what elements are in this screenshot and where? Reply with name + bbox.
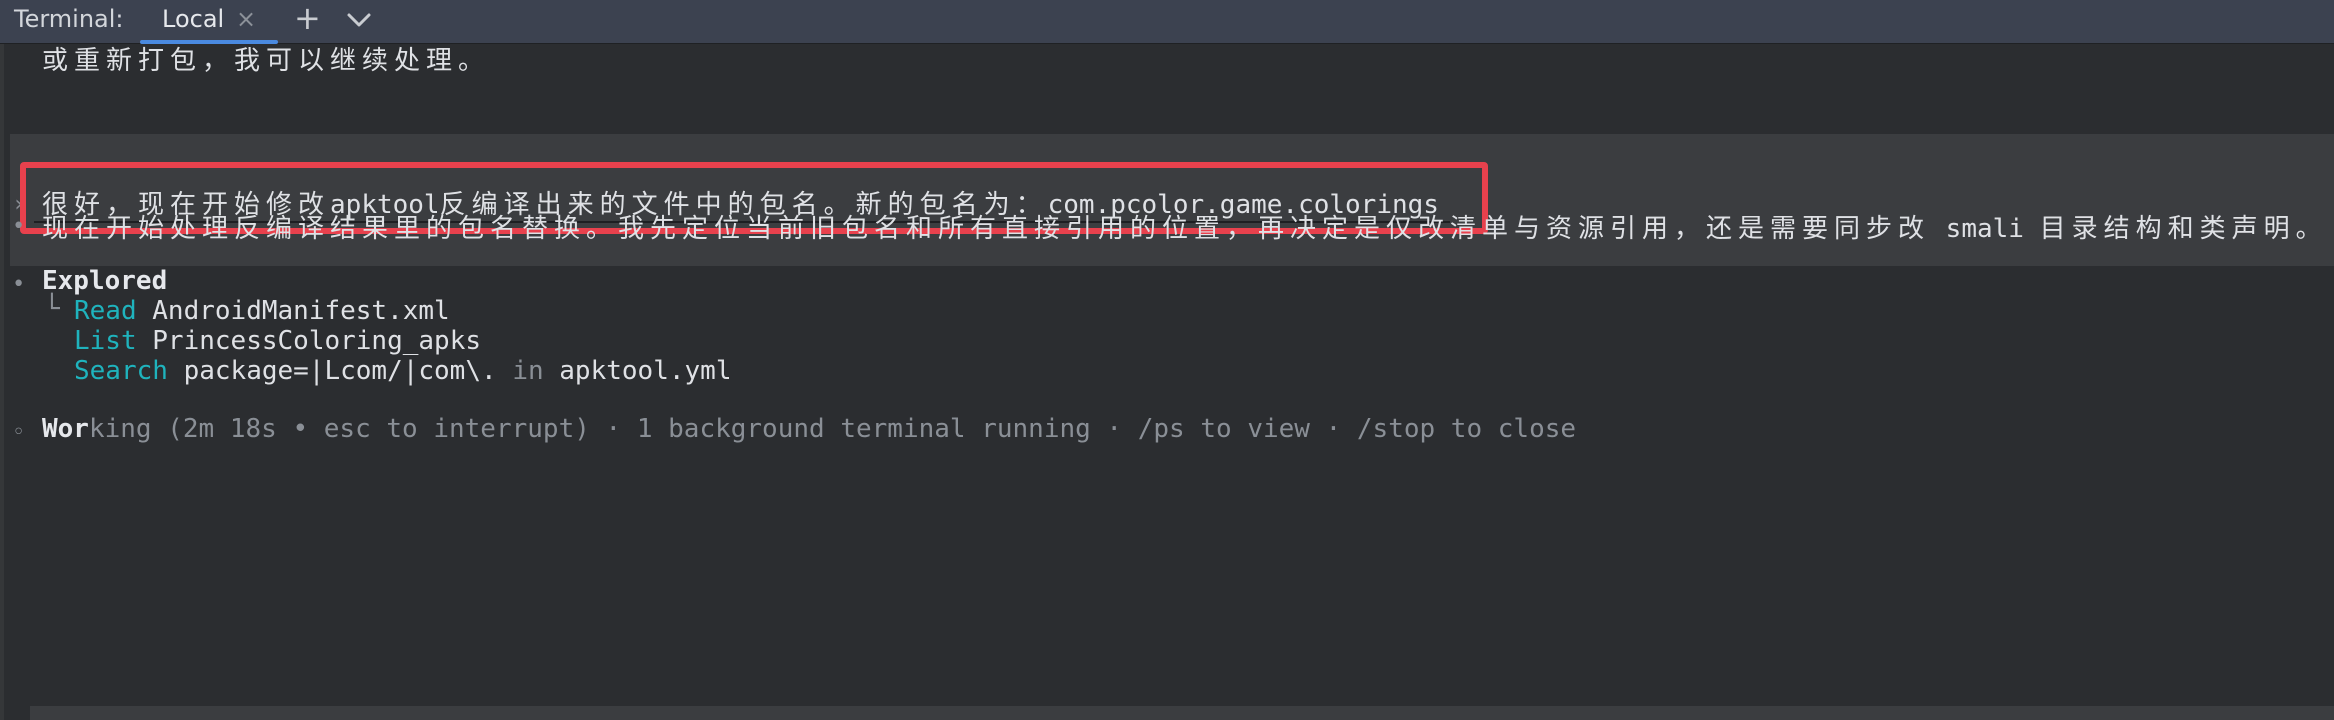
response-text-part: 现在开始处理反编译结果里的包名替换。我先定位当前旧包名和所有直接引用的位置，再决… bbox=[42, 214, 1931, 244]
tab-local[interactable]: Local × bbox=[140, 0, 278, 44]
explored-arg: PrincessColoring_apks bbox=[152, 326, 482, 356]
new-tab-plus-icon[interactable]: + bbox=[294, 0, 321, 36]
explored-bullet: • bbox=[12, 272, 26, 297]
chevron-down-icon[interactable] bbox=[344, 8, 374, 32]
explored-cmd: List bbox=[74, 326, 137, 356]
working-status-text: king (2m 18s • esc to interrupt) · 1 bac… bbox=[88, 414, 1577, 444]
working-bullet: ◦ bbox=[12, 420, 26, 445]
left-gutter bbox=[0, 44, 4, 720]
close-icon[interactable]: × bbox=[236, 0, 256, 38]
response-text-part: smali bbox=[1945, 214, 2024, 244]
explored-item-list: List PrincessColoring_apks bbox=[74, 326, 481, 356]
output-line-previous: 或重新打包，我可以继续处理。 bbox=[42, 46, 491, 76]
explored-arg: apktool.yml bbox=[559, 356, 732, 386]
input-area-edge[interactable] bbox=[30, 706, 2334, 720]
working-bold-text: Wor bbox=[42, 414, 89, 444]
terminal-output[interactable]: 或重新打包，我可以继续处理。 › 很好，现在开始修改apktool反编译出来的文… bbox=[0, 44, 2334, 720]
response-text-part: 目录结构和类声明。 bbox=[2039, 214, 2328, 244]
working-status: Working (2m 18s • esc to interrupt) · 1 … bbox=[42, 414, 1576, 444]
explored-heading: Explored bbox=[42, 266, 168, 296]
explored-arg: AndroidManifest.xml bbox=[152, 296, 450, 326]
explored-item-read: Read AndroidManifest.xml bbox=[74, 296, 450, 326]
assistant-response-line: 现在开始处理反编译结果里的包名替换。我先定位当前旧包名和所有直接引用的位置，再决… bbox=[42, 208, 2328, 245]
explored-arg: package=|Lcom/|com\. bbox=[183, 356, 497, 386]
response-bullet: • bbox=[12, 214, 26, 239]
terminal-title: Terminal: bbox=[14, 5, 124, 33]
terminal-tool-window-header: Terminal: Local × + bbox=[0, 0, 2334, 44]
explored-cmd: Search bbox=[74, 356, 168, 386]
explored-item-search: Search package=|Lcom/|com\. in apktool.y… bbox=[74, 356, 731, 386]
explored-cmd: Read bbox=[74, 296, 137, 326]
tab-local-label: Local bbox=[162, 5, 225, 33]
explored-keyword: in bbox=[512, 356, 544, 386]
tree-connector: └ bbox=[44, 294, 60, 324]
